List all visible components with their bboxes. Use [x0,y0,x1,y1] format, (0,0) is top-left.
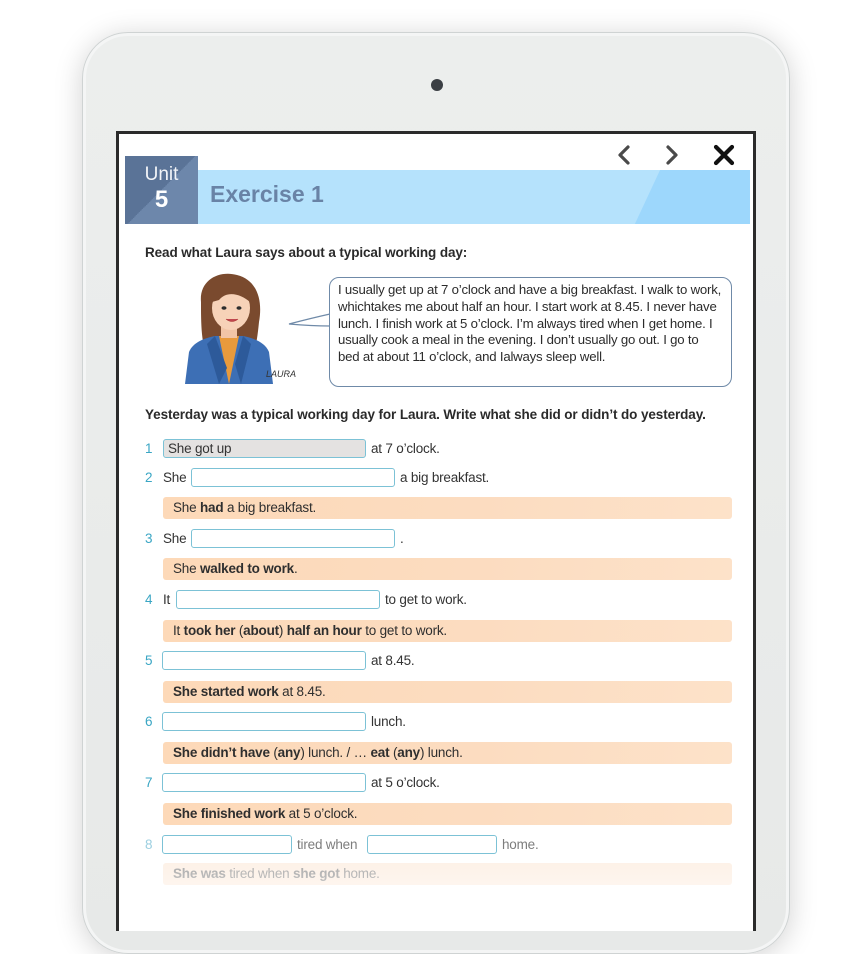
item-number: 4 [145,592,153,607]
answer-segment: It [173,623,184,638]
exercise-item-4: 4 It to get to work. [145,590,735,612]
answer-highlight: was [200,866,226,881]
item-middle: tired when [297,837,358,852]
answer-segment: ( [235,623,244,638]
answer-text: She was tired when she got home. [173,866,380,881]
exercise-item-6: 6 lunch. [145,712,735,734]
unit-badge: Unit 5 [125,156,198,224]
unit-label: Unit [144,164,179,185]
answer-field-8b[interactable] [367,835,497,854]
item-number: 2 [145,470,153,485]
answer-key-8: She was tired when she got home. [163,863,732,885]
answer-text: She had a big breakfast. [173,500,316,515]
answer-text: She walked to work. [173,561,298,576]
answer-field-3[interactable] [191,529,395,548]
answer-key-2: She had a big breakfast. [163,497,732,519]
item-prefix: She [163,470,187,485]
answer-key-3: She walked to work. [163,558,732,580]
answer-segment: tired when [225,866,294,881]
answer-highlight: She [173,866,201,881]
item-suffix: . [400,531,404,546]
answer-segment: ) lunch. [419,745,463,760]
exercise-header: Unit 5 Exercise 1 [125,156,750,224]
answer-segment: at 8.45. [278,684,326,699]
intro-instruction: Read what Laura says about a typical wor… [145,245,468,260]
answer-highlight: She started work [173,684,279,699]
answer-field-5[interactable] [162,651,366,670]
exercise-item-2: 2 She a big breakfast. [145,468,735,490]
answer-highlight: eat [370,745,390,760]
answer-segment: ) [278,623,287,638]
answer-text: It took her (about) half an hour to get … [173,623,447,638]
item-suffix: at 8.45. [371,653,415,668]
item-number: 8 [145,837,153,852]
item-prefix: She [163,531,187,546]
exercise-item-7: 7 at 5 o’clock. [145,773,735,795]
answer-highlight: She finished work [173,806,286,821]
answer-highlight: walked to work [199,561,294,576]
answer-highlight: had [199,500,224,515]
item-suffix: to get to work. [385,592,467,607]
laura-illustration [185,273,273,384]
item-suffix: lunch. [371,714,406,729]
page-title: Exercise 1 [210,181,324,207]
speech-bubble-tail [288,313,331,327]
exercise-item-3: 3 She . [145,529,735,551]
item-number: 3 [145,531,153,546]
answer-key-4: It took her (about) half an hour to get … [163,620,732,642]
answer-highlight: she got [293,866,340,881]
answer-key-5: She started work at 8.45. [163,681,732,703]
answer-segment: at 5 o’clock. [285,806,358,821]
answer-highlight: took her [183,623,236,638]
task-instruction: Yesterday was a typical working day for … [145,407,706,422]
item-suffix: home. [502,837,539,852]
answer-highlight: about [243,623,279,638]
answer-segment: ) lunch. / … [300,745,371,760]
answer-highlight: any [397,745,420,760]
unit-number: 5 [154,186,169,213]
answer-highlight: She didn’t have [173,745,270,760]
item-suffix: a big breakfast. [400,470,490,485]
answer-text: She started work at 8.45. [173,684,326,699]
item-number: 5 [145,653,153,668]
answer-key-6: She didn’t have (any) lunch. / … eat (an… [163,742,732,764]
item-number: 6 [145,714,153,729]
answer-segment: home. [339,866,380,881]
answer-segment: She [173,561,200,576]
answer-key-7: She finished work at 5 o’clock. [163,803,732,825]
answer-field-8a[interactable] [162,835,292,854]
exercise-item-1: 1 She got up at 7 o’clock. [145,439,735,461]
speech-bubble: I usually get up at 7 o’clock and have a… [329,277,732,387]
answer-highlight: half an hour [286,623,362,638]
answer-field-6[interactable] [162,712,366,731]
answer-text: She finished work at 5 o’clock. [173,806,358,821]
answer-segment: . [293,561,298,576]
answer-segment: She [173,500,200,515]
exercise-item-5: 5 at 8.45. [145,651,735,673]
answer-field-1[interactable]: She got up [163,439,366,458]
exercise-item-8: 8 tired when home. [145,835,735,857]
screen: Unit 5 Exercise 1 Read what Laura says a… [116,131,756,931]
item-number: 1 [145,441,153,456]
character-name: LAURA [266,369,297,379]
answer-field-2[interactable] [191,468,395,487]
answer-segment: a big breakfast. [223,500,317,515]
item-prefix: It [163,592,171,607]
item-suffix: at 7 o’clock. [371,441,440,456]
answer-segment: ( [269,745,278,760]
title-bar: Exercise 1 [198,170,750,224]
item-number: 7 [145,775,153,790]
answer-text: She didn’t have (any) lunch. / … eat (an… [173,745,463,760]
answer-field-4[interactable] [176,590,380,609]
answer-field-7[interactable] [162,773,366,792]
front-camera [431,79,443,91]
answer-highlight: any [277,745,301,760]
answer-segment: to get to work. [361,623,447,638]
item-suffix: at 5 o’clock. [371,775,440,790]
